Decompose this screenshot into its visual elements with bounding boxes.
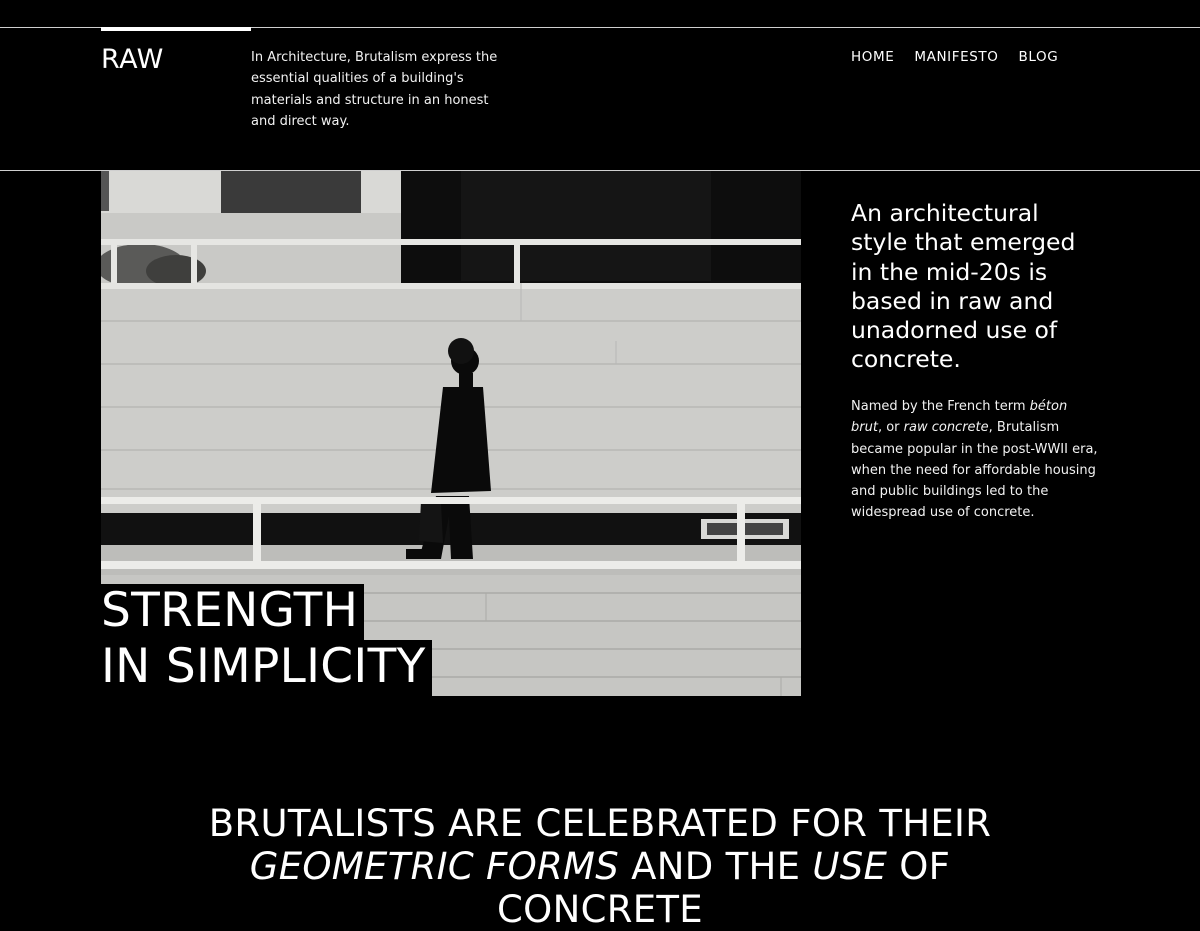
bottom-heading: BRUTALISTS ARE CELEBRATED FOR THEIR GEOM…: [200, 802, 1000, 931]
side-body-part-1: Named by the French term: [851, 399, 1030, 414]
hero-title-line-1: STRENGTH: [101, 584, 365, 640]
side-heading: An architectural style that emerged in t…: [851, 199, 1076, 374]
nav-home[interactable]: HOME: [851, 48, 894, 66]
nav-blog[interactable]: BLOG: [1018, 48, 1058, 66]
side-body-emphasis-2: raw concrete: [903, 420, 989, 436]
side-body-text: Named by the French term béton brut, or …: [851, 396, 1101, 524]
side-body-part-3: , Brutalism became popular in the post-W…: [851, 420, 1098, 521]
side-body-part-2: , or: [877, 420, 904, 436]
hero-title: STRENGTH IN SIMPLICITY: [101, 584, 432, 696]
hero-title-line-2: IN SIMPLICITY: [101, 640, 432, 696]
bottom-heading-emphasis-1: GEOMETRIC FORMS: [249, 845, 620, 888]
header-intro-text: In Architecture, Brutalism express the e…: [251, 50, 498, 129]
bottom-heading-part-2: AND THE: [619, 845, 813, 888]
nav-manifesto[interactable]: MANIFESTO: [914, 48, 998, 66]
logo-accent-bar: [101, 27, 251, 31]
main-nav: HOME MANIFESTO BLOG: [851, 48, 1058, 66]
logo-link[interactable]: RAW: [101, 44, 164, 76]
bottom-heading-part-1: BRUTALISTS ARE CELEBRATED FOR THEIR: [208, 802, 992, 845]
bottom-heading-emphasis-2: USE: [812, 845, 888, 888]
